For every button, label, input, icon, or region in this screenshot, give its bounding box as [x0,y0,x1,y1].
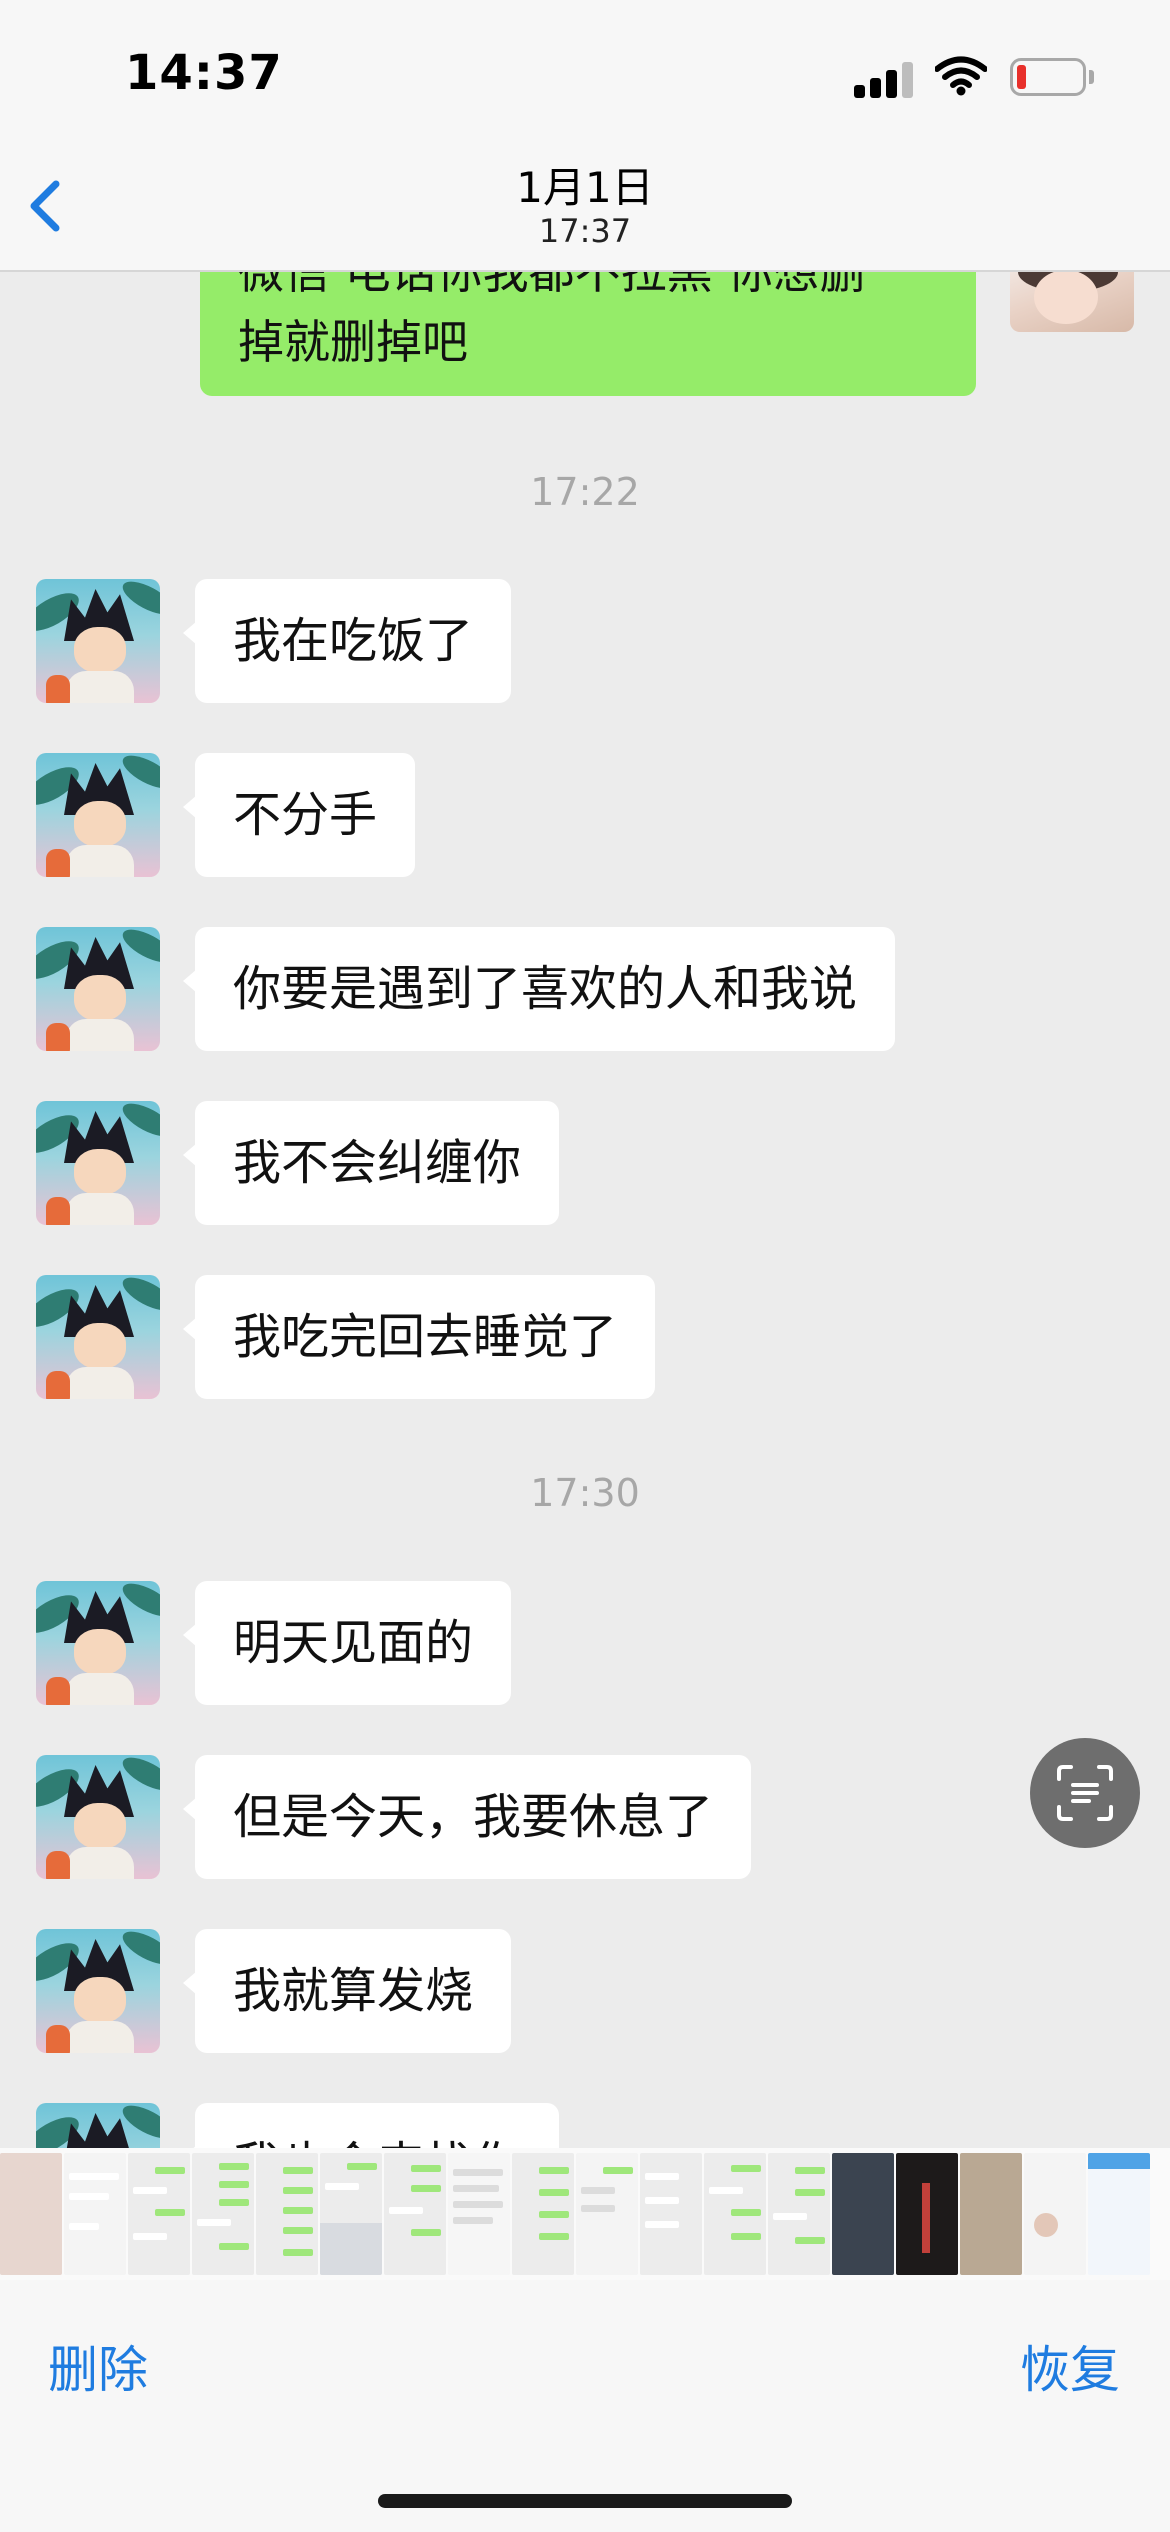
page-subtitle: 17:37 [538,212,632,250]
thumbnail[interactable] [1088,2153,1150,2275]
thumbnail[interactable] [192,2153,254,2275]
incoming-message-bubble[interactable]: 明天见面的 [182,1581,512,1705]
contact-avatar[interactable] [36,2103,160,2148]
thumbnail[interactable] [64,2153,126,2275]
restore-button[interactable]: 恢复 [1020,2330,1120,2402]
incoming-message-bubble[interactable]: 我吃完回去睡觉了 [182,1275,656,1399]
message-row: 你要是遇到了喜欢的人和我说 [0,927,1170,1051]
incoming-message-bubble[interactable]: 你要是遇到了喜欢的人和我说 [182,927,896,1051]
thumbnail[interactable] [704,2153,766,2275]
incoming-message-bubble[interactable]: 我就算发烧 [182,1929,512,2053]
delete-button[interactable]: 删除 [48,2330,148,2402]
thumbnail[interactable] [640,2153,702,2275]
incoming-message-bubble[interactable]: 但是今天，我要休息了 [182,1755,752,1879]
contact-avatar[interactable] [36,1755,160,1879]
screenshot-thumbnail-strip[interactable] [0,2148,1170,2280]
thumbnail[interactable] [256,2153,318,2275]
thumbnail[interactable] [128,2153,190,2275]
message-row: 明天见面的 [0,1581,1170,1705]
outgoing-message-line-1: 微信 电话你我都不拉黑 你想删 [238,272,866,299]
contact-avatar[interactable] [36,579,160,703]
timestamp-label: 17:30 [530,1471,640,1515]
message-row: 我就算发烧 [0,1929,1170,2053]
thumbnail[interactable] [1024,2153,1086,2275]
chat-area[interactable]: 微信 电话你我都不拉黑 你想删 掉就删掉吧 17:22 我在吃饭了 不分手 你要… [0,272,1170,2148]
thumbnail[interactable] [768,2153,830,2275]
message-row: 我也会来找你 [0,2103,1170,2148]
incoming-message-bubble[interactable]: 我在吃饭了 [182,579,512,703]
incoming-message-bubble[interactable]: 我不会纠缠你 [182,1101,560,1225]
thumbnail[interactable] [896,2153,958,2275]
bottom-bar: 删除 恢复 [0,2280,1170,2532]
nav-bar: 1月1日 17:37 [0,150,1170,272]
contact-avatar[interactable] [36,1101,160,1225]
message-row: 我吃完回去睡觉了 [0,1275,1170,1399]
timestamp-label: 17:22 [530,470,640,514]
thumbnail[interactable] [960,2153,1022,2275]
message-row: 但是今天，我要休息了 [0,1755,1170,1879]
contact-avatar[interactable] [36,1275,160,1399]
scan-text-icon [1057,1765,1113,1821]
status-bar: 14:37 [0,0,1170,150]
page-title: 1月1日 [516,163,654,212]
thumbnail[interactable] [576,2153,638,2275]
thumbnail[interactable] [320,2153,382,2275]
wifi-icon [935,56,987,96]
thumbnail[interactable] [512,2153,574,2275]
thumbnail[interactable] [448,2153,510,2275]
message-row: 我不会纠缠你 [0,1101,1170,1225]
status-time: 14:37 [125,45,283,101]
contact-avatar[interactable] [36,753,160,877]
incoming-message-bubble[interactable]: 我也会来找你 [182,2103,560,2148]
contact-avatar[interactable] [36,1929,160,2053]
message-row: 不分手 [0,753,1170,877]
battery-level [1017,65,1026,89]
contact-avatar[interactable] [36,927,160,1051]
message-row: 我在吃饭了 [0,579,1170,703]
my-avatar[interactable] [1010,272,1134,332]
scan-text-button[interactable] [1030,1738,1140,1848]
thumbnail[interactable] [832,2153,894,2275]
outgoing-message-bubble[interactable]: 微信 电话你我都不拉黑 你想删 掉就删掉吧 [200,272,976,396]
incoming-message-bubble[interactable]: 不分手 [182,753,416,877]
thumbnail[interactable] [0,2153,62,2275]
contact-avatar[interactable] [36,1581,160,1705]
home-indicator[interactable] [378,2494,792,2508]
thumbnail[interactable] [384,2153,446,2275]
battery-cap [1089,70,1094,84]
battery-icon [1010,58,1086,96]
signal-icon [854,58,916,98]
outgoing-message-line-2: 掉就删掉吧 [238,315,468,369]
